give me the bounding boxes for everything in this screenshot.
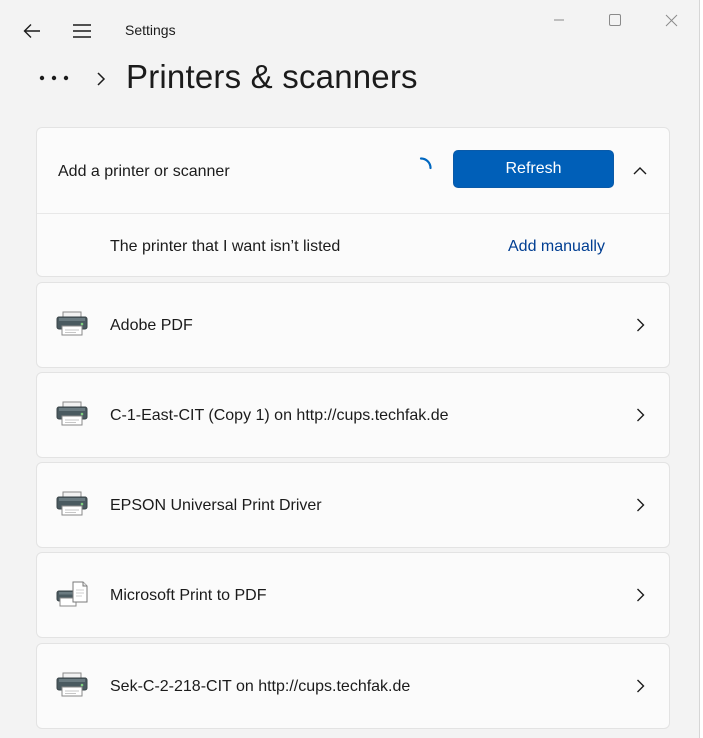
chevron-up-icon: [633, 166, 647, 174]
printer-name: Microsoft Print to PDF: [110, 587, 267, 604]
app-title: Settings: [125, 22, 176, 38]
back-arrow-icon: [23, 24, 40, 38]
printer-name: C-1-East-CIT (Copy 1) on http://cups.tec…: [110, 407, 449, 424]
chevron-right-icon: [631, 586, 649, 604]
ellipsis-icon: [39, 75, 69, 81]
maximize-icon: [609, 14, 621, 26]
printer-name: EPSON Universal Print Driver: [110, 497, 322, 514]
printer-item[interactable]: EPSON Universal Print Driver: [36, 462, 670, 548]
minimize-icon: [554, 19, 564, 21]
divider: [37, 213, 669, 214]
close-icon: [665, 14, 677, 26]
printer-name: Adobe PDF: [110, 317, 193, 334]
loading-spinner-icon: [419, 157, 432, 170]
chevron-right-icon: [631, 316, 649, 334]
breadcrumb-chevron-icon: [92, 70, 110, 88]
pdf-printer-icon: [56, 581, 88, 607]
add-manually-link[interactable]: Add manually: [508, 238, 605, 256]
printer-icon: [56, 491, 88, 516]
collapse-button[interactable]: [624, 156, 656, 184]
chevron-right-icon: [631, 406, 649, 424]
printer-item[interactable]: Adobe PDF: [36, 282, 670, 368]
hamburger-icon: [73, 24, 91, 38]
close-button[interactable]: [648, 6, 694, 34]
printer-icon: [56, 401, 88, 426]
printer-not-listed-label: The printer that I want isn’t listed: [110, 238, 341, 255]
back-button[interactable]: [14, 14, 50, 48]
refresh-button[interactable]: Refresh: [453, 150, 614, 188]
minimize-button[interactable]: [536, 6, 582, 34]
chevron-right-icon: [631, 677, 649, 695]
printer-item[interactable]: Sek-C-2-218-CIT on http://cups.techfak.d…: [36, 643, 670, 729]
printer-icon: [56, 672, 88, 697]
printer-icon: [56, 311, 88, 336]
printer-item[interactable]: Microsoft Print to PDF: [36, 552, 670, 638]
settings-window: Settings Printers & scanners Add a print…: [0, 0, 700, 738]
navigation-menu-button[interactable]: [64, 14, 100, 48]
chevron-right-icon: [631, 496, 649, 514]
breadcrumb-more-button[interactable]: [34, 62, 74, 94]
add-printer-label: Add a printer or scanner: [58, 163, 230, 180]
page-title: Printers & scanners: [126, 58, 418, 95]
maximize-button[interactable]: [592, 6, 638, 34]
title-bar: Settings: [0, 0, 700, 56]
printer-name: Sek-C-2-218-CIT on http://cups.techfak.d…: [110, 678, 411, 695]
printer-item[interactable]: C-1-East-CIT (Copy 1) on http://cups.tec…: [36, 372, 670, 458]
